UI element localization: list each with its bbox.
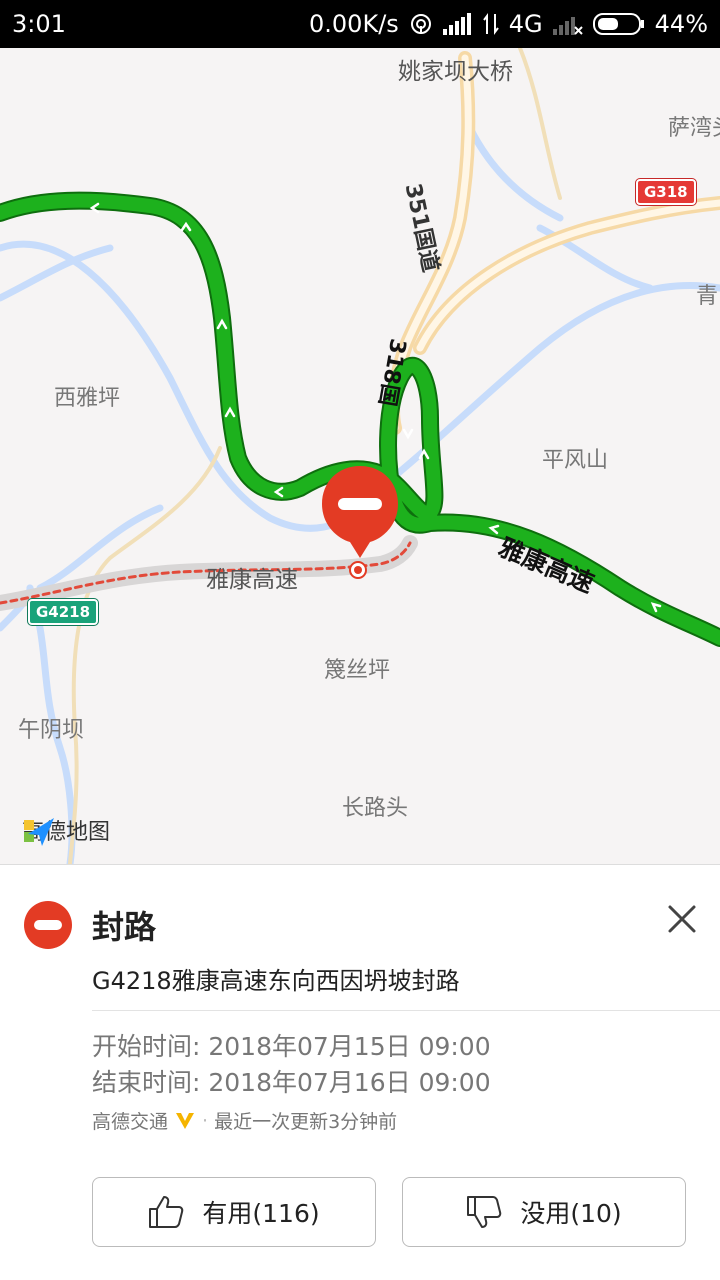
status-bar: 3:01 0.00K/s 4G 44% bbox=[0, 0, 720, 48]
hotspot-icon bbox=[409, 12, 433, 36]
label-pingfengshan: 平风山 bbox=[542, 448, 609, 473]
signal-empty-icon bbox=[552, 13, 583, 35]
panel-title: 封路 bbox=[92, 908, 157, 946]
amap-logo: 高德地图 bbox=[22, 814, 110, 846]
close-icon[interactable] bbox=[662, 899, 702, 939]
verified-v-icon bbox=[176, 1112, 195, 1129]
useless-button[interactable]: 没用(10) bbox=[402, 1177, 686, 1247]
start-time: 开始时间: 2018年07月15日 09:00 bbox=[92, 1032, 491, 1061]
label-yaojiaba-bridge: 姚家坝大桥 bbox=[398, 59, 513, 85]
useful-button[interactable]: 有用(116) bbox=[92, 1177, 376, 1247]
closure-description: G4218雅康高速东向西因坍坡封路 bbox=[92, 967, 460, 995]
label-yakang-west: 雅康高速 bbox=[206, 567, 298, 593]
closure-info-panel: 封路 G4218雅康高速东向西因坍坡封路 开始时间: 2018年07月15日 0… bbox=[0, 864, 720, 1280]
thumbs-up-icon bbox=[149, 1196, 184, 1228]
minor-roads bbox=[68, 48, 562, 864]
status-time: 3:01 bbox=[12, 10, 66, 38]
label-wuyinba: 午阴坝 bbox=[18, 718, 85, 743]
shield-g318: G318 bbox=[636, 179, 696, 205]
data-transfer-icon bbox=[482, 12, 499, 36]
panel-divider bbox=[92, 1010, 720, 1011]
amap-logo-icon bbox=[24, 818, 54, 846]
battery-icon bbox=[592, 12, 645, 36]
net-speed: 0.00K/s bbox=[309, 10, 399, 38]
source-name: 高德交通 bbox=[92, 1111, 169, 1133]
source-row: 高德交通 · 最近一次更新3分钟前 bbox=[92, 1107, 397, 1134]
battery-percent: 44% bbox=[654, 10, 708, 38]
label-changlutou: 长路头 bbox=[342, 796, 409, 821]
no-entry-icon bbox=[322, 466, 398, 558]
road-closed-icon bbox=[24, 901, 72, 949]
label-sawantou: 萨湾头 bbox=[668, 116, 720, 141]
map-view[interactable]: 姚家坝大桥 萨湾头 青 西雅坪 平风山 雅康高速 篾丝坪 午阴坝 长路头 雅康高… bbox=[0, 48, 720, 864]
network-type: 4G bbox=[508, 10, 543, 38]
label-xiyaping: 西雅坪 bbox=[54, 386, 121, 411]
useful-label: 有用(116) bbox=[202, 1199, 320, 1228]
label-qing: 青 bbox=[696, 284, 719, 309]
update-time: 最近一次更新3分钟前 bbox=[214, 1111, 398, 1133]
map-canvas bbox=[0, 48, 720, 864]
road-closure-pin[interactable] bbox=[318, 462, 402, 572]
source-separator: · bbox=[202, 1109, 209, 1132]
thumbs-down-icon bbox=[467, 1196, 502, 1228]
shield-g4218: G4218 bbox=[28, 599, 99, 625]
end-time: 结束时间: 2018年07月16日 09:00 bbox=[92, 1068, 491, 1097]
label-gaisiping: 篾丝坪 bbox=[324, 658, 391, 683]
panel-header: 封路 bbox=[24, 901, 156, 949]
useless-label: 没用(10) bbox=[520, 1199, 622, 1228]
signal-icon bbox=[442, 13, 473, 35]
